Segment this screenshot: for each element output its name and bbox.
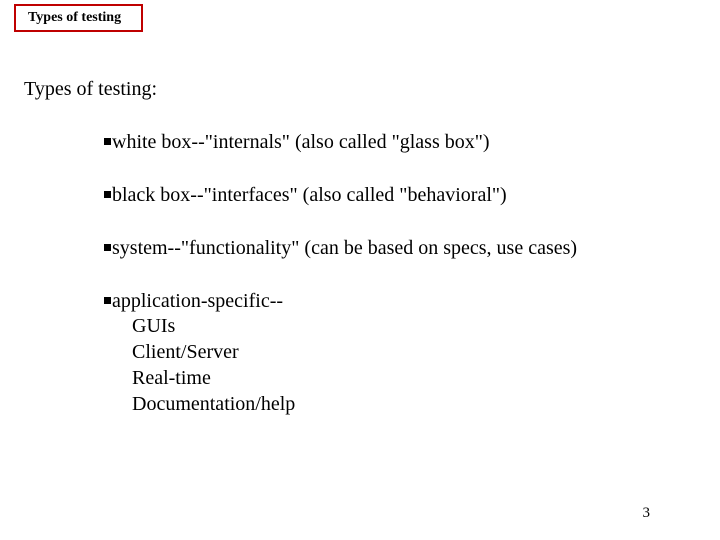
page-number: 3 [643, 505, 651, 522]
bullet-text: system--"functionality" (can be based on… [112, 237, 577, 259]
sub-list: GUIs Client/Server Real-time Documentati… [104, 313, 686, 417]
sub-item: GUIs [132, 313, 686, 339]
sub-item: Client/Server [132, 339, 686, 365]
subtitle: Types of testing: [24, 78, 696, 101]
header-title: Types of testing [28, 10, 121, 25]
bullet-list: white box--"internals" (also called "gla… [24, 131, 696, 417]
sub-item: Real-time [132, 365, 686, 391]
bullet-text: application-specific-- [112, 290, 283, 312]
bullet-white-box: white box--"internals" (also called "gla… [104, 131, 686, 154]
bullet-application-specific: application-specific-- GUIs Client/Serve… [104, 290, 686, 417]
sub-item: Documentation/help [132, 391, 686, 417]
bullet-system: system--"functionality" (can be based on… [104, 237, 686, 260]
bullet-text: black box--"interfaces" (also called "be… [112, 184, 507, 206]
content-area: Types of testing: white box--"internals"… [24, 78, 696, 419]
header-box: Types of testing [14, 4, 143, 32]
bullet-text: white box--"internals" (also called "gla… [112, 131, 490, 153]
bullet-black-box: black box--"interfaces" (also called "be… [104, 184, 686, 207]
